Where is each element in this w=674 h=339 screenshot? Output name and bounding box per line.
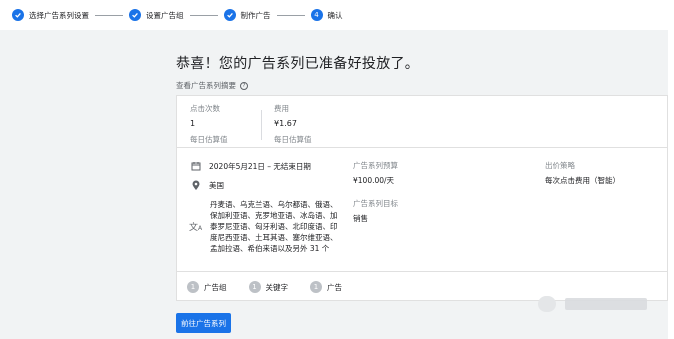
help-icon[interactable]: ? [240,81,248,90]
go-to-campaign-button[interactable]: 前往广告系列 [176,313,231,333]
location-pin-icon [189,180,203,191]
watermark-logo [538,296,556,312]
count-badge: 1 [310,281,322,293]
metric-value: ¥1.67 [274,119,297,128]
step-create-ad[interactable]: 制作广告 [223,9,271,21]
watermark [565,298,647,310]
page-title: 恭喜！您的广告系列已准备好投放了。 [176,56,420,72]
date-row: 2020年5月21日 – 无结束日期 [189,161,311,172]
ads-count: 1 广告 [310,281,342,293]
bidding-label: 出价策略 [545,161,575,170]
check-icon [223,9,236,21]
budget-label: 广告系列预算 [353,161,398,170]
step-label: 确认 [327,10,343,20]
chip-label: 关键字 [265,282,289,292]
location-row: 美国 [189,180,224,191]
step-label: 选择广告系列设置 [29,10,89,20]
divider [261,110,262,140]
keywords-count: 1 关键字 [248,281,289,293]
step-ad-group[interactable]: 设置广告组 [129,9,184,21]
goal-value: 销售 [353,214,368,223]
progress-stepper: 选择广告系列设置 设置广告组 制作广告 4 确认 [0,0,674,30]
step-connector [276,14,305,16]
chip-label: 广告组 [204,282,227,292]
translate-icon: 文A [189,223,203,233]
step-label: 制作广告 [240,10,271,20]
languages-list: 丹麦语、乌克兰语、乌尔都语、俄语、保加利亚语、克罗地亚语、冰岛语、加泰罗尼亚语、… [210,200,338,253]
metrics-row: 点击次数 1 每日估算值 费用 ¥1.67 每日估算值 [177,96,667,148]
step-confirm[interactable]: 4 确认 [310,9,343,21]
step-number: 4 [310,9,323,21]
ad-groups-count: 1 广告组 [187,281,227,293]
calendar-icon [189,161,203,171]
location-value: 美国 [209,181,224,190]
step-label: 设置广告组 [146,10,184,20]
date-range: 2020年5月21日 – 无结束日期 [209,162,311,171]
campaign-details: 2020年5月21日 – 无结束日期 美国 文A 丹麦语、乌克兰语、乌尔都语、俄… [177,148,667,271]
chip-label: 广告 [327,282,342,292]
metric-sub: 每日估算值 [274,135,312,144]
goal-label: 广告系列目标 [353,199,398,208]
bidding-column: 出价策略 每次点击费用（智能） [545,160,620,186]
count-badge: 1 [187,281,199,293]
budget-goal-column: 广告系列预算 ¥100.00/天 广告系列目标 销售 [353,160,398,224]
page-edge [668,30,674,339]
step-connector [189,14,218,16]
count-badge: 1 [248,281,261,293]
step-connector [95,14,123,16]
check-icon [129,9,141,21]
step-campaign-settings[interactable]: 选择广告系列设置 [12,9,89,21]
metric-label: 费用 [274,104,289,113]
campaign-summary-link[interactable]: 查看广告系列摘要 ? [176,80,248,91]
metric-label: 点击次数 [190,104,220,113]
bidding-value: 每次点击费用（智能） [545,176,620,185]
metric-clicks: 点击次数 1 每日估算值 [190,103,228,145]
metric-sub: 每日估算值 [190,135,228,144]
check-icon [12,9,24,21]
budget-value: ¥100.00/天 [353,176,395,185]
metric-cost: 费用 ¥1.67 每日估算值 [274,103,312,145]
metric-value: 1 [190,119,196,128]
summary-link-label: 查看广告系列摘要 [176,81,236,90]
campaign-summary-card: 点击次数 1 每日估算值 费用 ¥1.67 每日估算值 2020年5月21日 –… [176,95,668,301]
